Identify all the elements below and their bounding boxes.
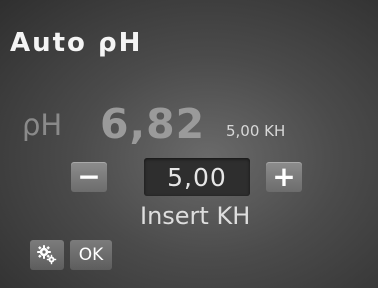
increment-button[interactable]: + (266, 162, 302, 192)
settings-button[interactable] (30, 240, 64, 270)
minus-icon: − (77, 160, 101, 193)
ph-readout: ρH 6,82 5,00 KH (8, 100, 368, 150)
gears-icon (37, 245, 57, 265)
kh-reading: 5,00 KH (226, 122, 286, 140)
decrement-button[interactable]: − (71, 162, 107, 192)
kh-value-field[interactable]: 5,00 (144, 158, 250, 196)
kh-stepper: − 5,00 + (0, 158, 378, 198)
ok-button[interactable]: OK (70, 240, 112, 270)
ph-label: ρH (22, 108, 63, 142)
ph-value: 6,82 (100, 100, 206, 148)
plus-icon: + (272, 160, 296, 193)
screen-title: Auto ρH (10, 28, 143, 58)
device-screen: Auto ρH ρH 6,82 5,00 KH − 5,00 + Insert … (0, 0, 378, 288)
instruction-label: Insert KH (140, 202, 251, 230)
